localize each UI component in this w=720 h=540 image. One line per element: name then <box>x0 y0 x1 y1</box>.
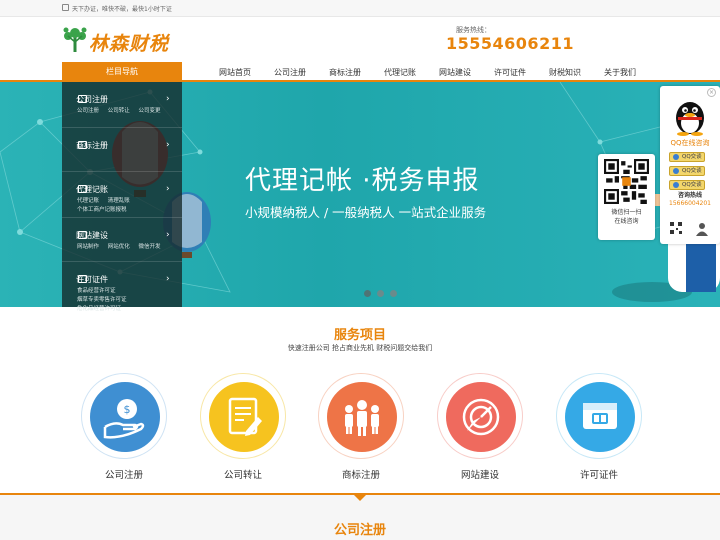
sidebar-group-title: 网站建设 <box>76 231 108 240</box>
service-trademark[interactable] <box>318 373 404 459</box>
service-label[interactable]: 公司转让 <box>193 467 293 481</box>
consult-hotline-title: 咨询热线 <box>677 192 702 199</box>
service-website[interactable] <box>437 373 523 459</box>
sidebar-group-trademark[interactable]: 商标注册 › <box>62 128 182 172</box>
nav-item-website[interactable]: 网站建设 <box>439 67 471 78</box>
monitor-icon <box>78 231 87 239</box>
pencil-icon <box>78 141 87 149</box>
license-card-icon <box>583 403 617 429</box>
qq-label: QQ在线咨询 <box>670 139 710 147</box>
divider-notch <box>353 494 367 501</box>
nav-item-tax-knowledge[interactable]: 财税知识 <box>549 67 581 78</box>
qr-caption-line1: 微信扫一扫 <box>611 209 642 216</box>
sidebar-link[interactable]: 网站优化 <box>108 244 130 250</box>
qq-penguin-icon <box>676 102 704 136</box>
sidebar-group-title: 商标注册 <box>76 141 108 150</box>
sidebar-link[interactable]: 公司注册 <box>77 108 99 114</box>
sidebar-group-website[interactable]: 网站建设 › 网站制作 网站优化 微信开发 <box>62 218 182 262</box>
logo-text: 林森财税 <box>89 33 170 55</box>
sidebar-link[interactable]: 食品经营许可证 <box>77 288 116 294</box>
sidebar-link[interactable]: 公司变更 <box>139 108 161 114</box>
qr-small-icon <box>670 222 682 234</box>
notice-icon <box>62 4 69 11</box>
main-nav: 栏目导航 网站首页 公司注册 商标注册 代理记账 网站建设 许可证件 财税知识 … <box>0 62 720 84</box>
sidebar-link[interactable]: 微信开发 <box>139 244 161 250</box>
service-label[interactable]: 许可证件 <box>549 467 649 481</box>
chevron-right-icon: › <box>166 140 170 150</box>
sidebar-link[interactable]: 网站制作 <box>77 244 99 250</box>
banner-subtitle: 小规模纳税人 / 一般纳税人 一站式企业服务 <box>245 205 487 220</box>
svg-text:$: $ <box>124 403 131 416</box>
sidebar-link[interactable]: 危化品经营许可证 <box>77 306 121 312</box>
target-pointer-icon <box>462 398 500 436</box>
chevron-right-icon: › <box>166 230 170 240</box>
close-icon[interactable]: × <box>707 88 716 97</box>
briefcase-icon <box>78 95 87 103</box>
sidebar-link[interactable]: 烟草专卖零售许可证 <box>77 297 127 303</box>
services-title: 服务项目 <box>333 328 386 343</box>
sidebar-link[interactable]: 个体工商户记账报税 <box>77 207 127 213</box>
section-title-company-registration: 公司注册 <box>333 523 386 538</box>
sidebar-group-title: 代理记账 <box>76 185 108 194</box>
sidebar-group-license[interactable]: 许可证件 › 食品经营许可证 烟草专卖零售许可证 危化品经营许可证 <box>62 262 182 312</box>
sidebar-link[interactable]: 清理乱账 <box>108 198 130 204</box>
consult-hotline-number[interactable]: 15666004201 <box>660 200 720 207</box>
wechat-qr-panel[interactable]: 微信扫一扫 在线咨询 <box>598 154 655 240</box>
sidebar-link[interactable]: 公司转让 <box>108 108 130 114</box>
nav-item-trademark[interactable]: 商标注册 <box>329 67 361 78</box>
service-label[interactable]: 公司注册 <box>74 467 174 481</box>
slider-dot-2[interactable] <box>377 290 384 297</box>
qr-caption-line2: 在线咨询 <box>614 218 639 225</box>
top-bar: 天下办证，唯快不破，最快1小时下证 <box>0 0 720 17</box>
chevron-right-icon: › <box>166 184 170 194</box>
sidebar-group-bookkeeping[interactable]: 代理记账 › 代理记账 清理乱账 个体工商户记账报税 <box>62 172 182 218</box>
nav-item-about[interactable]: 关于我们 <box>604 67 636 78</box>
slider-dot-1[interactable] <box>364 290 371 297</box>
sidebar-group-title: 公司注册 <box>76 95 108 104</box>
service-company-registration[interactable]: $ <box>81 373 167 459</box>
service-company-transfer[interactable] <box>200 373 286 459</box>
service-label[interactable]: 网站建设 <box>430 467 530 481</box>
sidebar-group-company-registration[interactable]: 公司注册 › 公司注册 公司转让 公司变更 <box>62 82 182 128</box>
services-subtitle: 快速注册公司 抢占商业先机 财税问题交给我们 <box>287 344 433 352</box>
pencil-icon <box>78 275 87 283</box>
nav-item-license[interactable]: 许可证件 <box>494 67 526 78</box>
nav-item-company-registration[interactable]: 公司注册 <box>274 67 306 78</box>
person-icon <box>696 223 708 236</box>
chevron-right-icon: › <box>166 274 170 284</box>
company-registration-section: 公司注册 <box>0 495 720 540</box>
qr-code <box>604 159 649 204</box>
ledger-icon <box>78 185 87 193</box>
service-label[interactable]: 商标注册 <box>311 467 411 481</box>
service-license[interactable] <box>556 373 642 459</box>
banner-title: 代理记帐 ·税务申报 <box>245 166 480 196</box>
nav-item-home[interactable]: 网站首页 <box>219 67 251 78</box>
people-group-icon <box>345 400 379 436</box>
slider-dot-3[interactable] <box>390 290 397 297</box>
qq-footer-icons <box>670 222 708 236</box>
nav-menu-title: 栏目导航 <box>62 62 182 84</box>
qq-chat-button-1[interactable]: QQ交谈 <box>669 152 705 162</box>
qq-consult-panel: × QQ在线咨询 QQ交谈 QQ交谈 QQ交谈 咨询热线 15666004201 <box>660 86 720 244</box>
sidebar-link[interactable]: 代理记账 <box>77 198 99 204</box>
tree-logo-icon <box>63 27 87 52</box>
hotline-number[interactable]: 15554606211 <box>446 34 574 53</box>
document-edit-icon <box>228 397 262 436</box>
category-sidebar: 公司注册 › 公司注册 公司转让 公司变更 商标注册 › 代理记账 › 代理记账… <box>62 82 182 312</box>
top-slogan: 天下办证，唯快不破，最快1小时下证 <box>72 6 172 13</box>
sidebar-group-title: 许可证件 <box>76 275 108 284</box>
chevron-right-icon: › <box>166 94 170 104</box>
qq-chat-button-3[interactable]: QQ交谈 <box>669 180 705 190</box>
nav-item-bookkeeping[interactable]: 代理记账 <box>384 67 416 78</box>
money-hand-icon: $ <box>103 399 145 439</box>
qq-chat-button-2[interactable]: QQ交谈 <box>669 166 705 176</box>
